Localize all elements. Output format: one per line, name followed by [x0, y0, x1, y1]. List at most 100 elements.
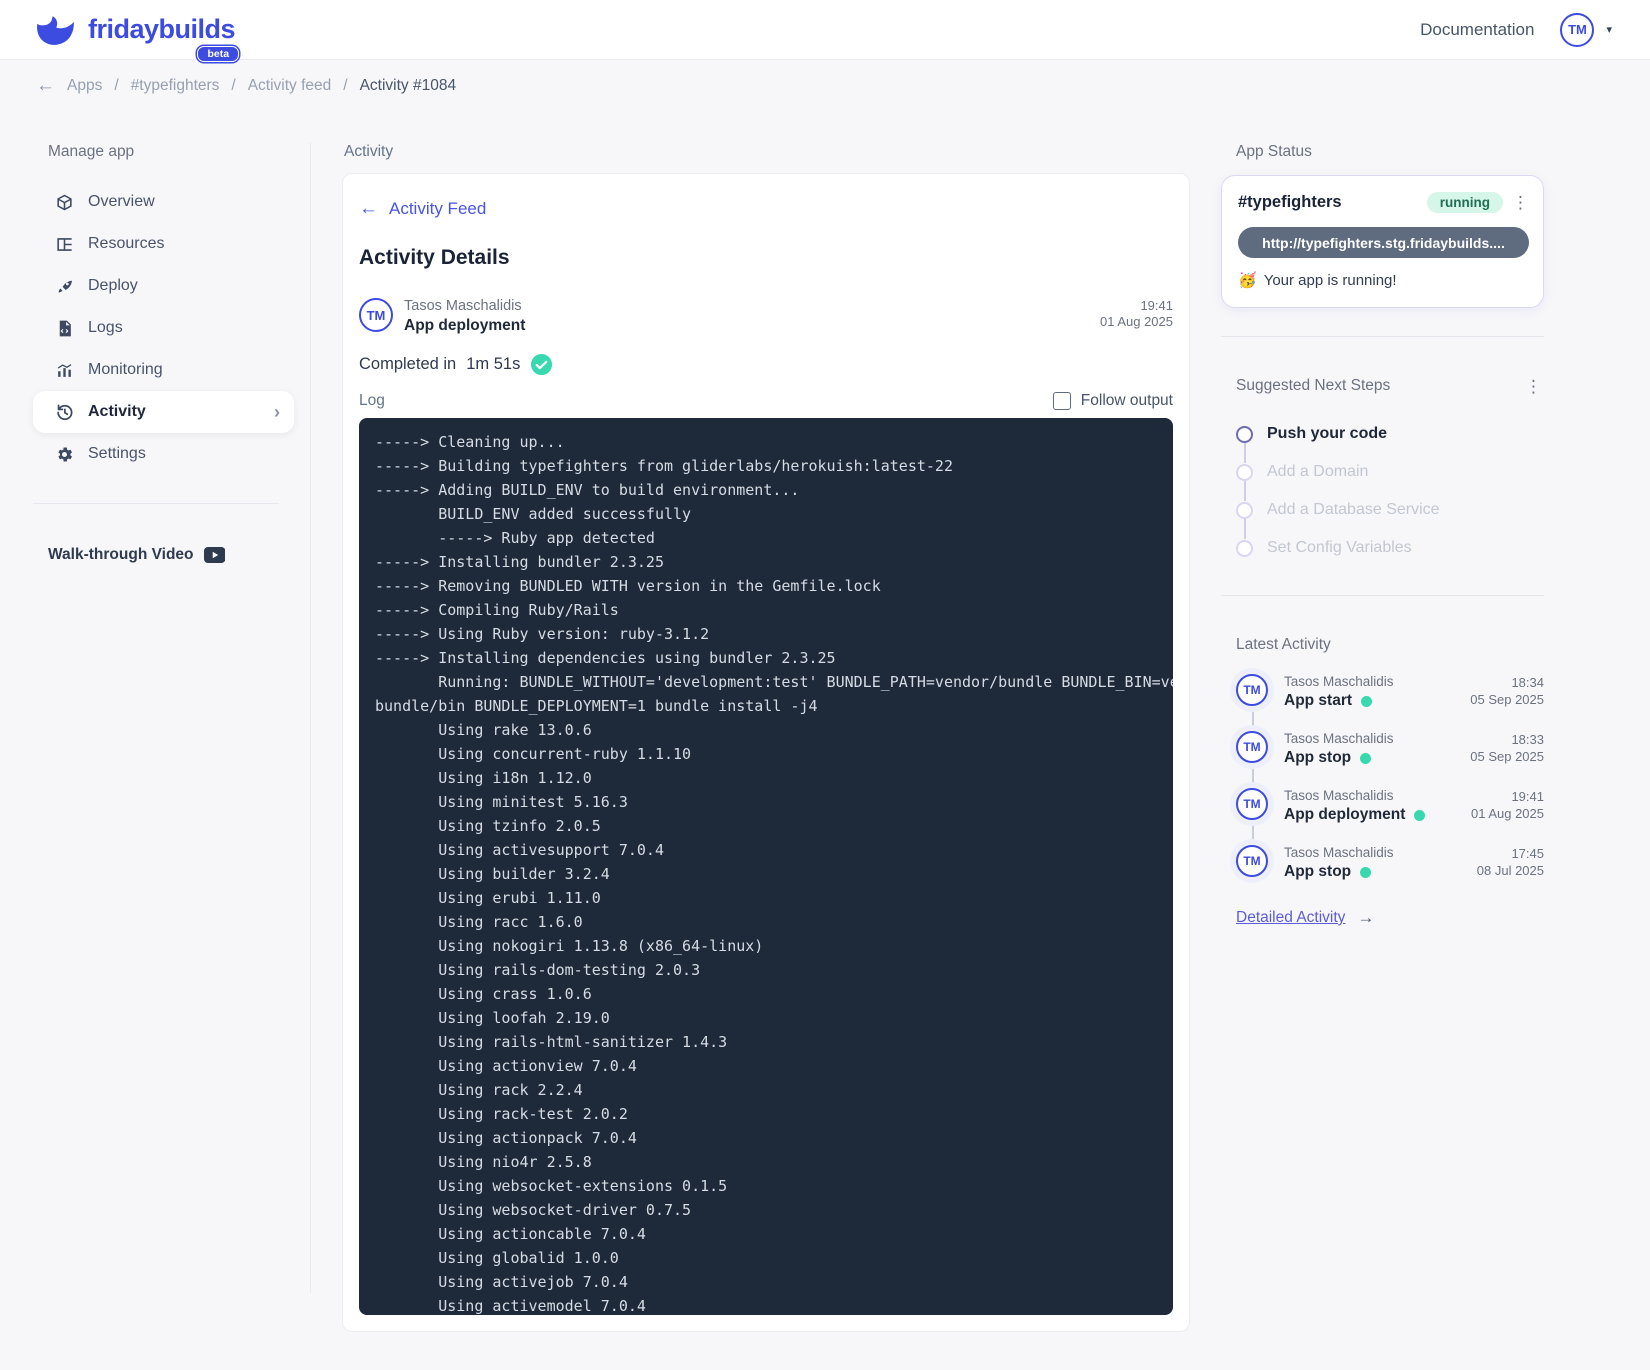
running-message-text: Your app is running!	[1264, 272, 1397, 289]
chevron-down-icon[interactable]: ▾	[1606, 23, 1612, 36]
status-dot	[1361, 696, 1372, 707]
section-divider	[1221, 595, 1544, 596]
app-status-card: #typefighters running ⋮ http://typefight…	[1221, 175, 1544, 308]
main-section-label: Activity	[344, 143, 1190, 161]
party-emoji: 🥳	[1238, 271, 1257, 289]
step-circle-icon	[1236, 464, 1253, 481]
arrow-right-icon: →	[1357, 908, 1374, 928]
sidebar-heading: Manage app	[48, 143, 294, 161]
breadcrumb-activity-feed[interactable]: Activity feed	[248, 77, 332, 95]
log-output: -----> Cleaning up... -----> Building ty…	[375, 430, 1157, 1315]
sidebar-item-deploy[interactable]: Deploy	[33, 265, 294, 307]
sidebar-item-activity[interactable]: Activity ›	[33, 391, 294, 433]
activity-avatar: TM	[1236, 674, 1268, 706]
cube-icon	[55, 193, 74, 212]
step-circle-icon	[1236, 502, 1253, 519]
next-steps-label: Suggested Next Steps	[1236, 377, 1390, 395]
step-add-a-domain[interactable]: Add a Domain	[1236, 453, 1544, 491]
event-avatar: TM	[359, 298, 393, 332]
app-url-button[interactable]: http://typefighters.stg.fridaybuilds....	[1238, 227, 1529, 258]
latest-activity-label: Latest Activity	[1221, 636, 1544, 654]
latest-activity-list: TM Tasos Maschalidis App start 18:34 05 …	[1236, 674, 1544, 902]
status-dot	[1414, 810, 1425, 821]
status-text: Completed in	[359, 355, 456, 374]
list-item[interactable]: TM Tasos Maschalidis App stop 18:33 05 S…	[1236, 731, 1544, 788]
walkthrough-label: Walk-through Video	[48, 546, 194, 564]
sidebar-item-label: Monitoring	[88, 361, 163, 379]
user-avatar[interactable]: TM	[1560, 13, 1594, 47]
brand-logo[interactable]: fridaybuilds beta	[33, 11, 235, 49]
log-label: Log	[359, 392, 385, 410]
activity-details-card: ← Activity Feed Activity Details TM Taso…	[342, 173, 1190, 1332]
step-circle-icon	[1236, 426, 1253, 443]
step-set-config-variables[interactable]: Set Config Variables	[1236, 529, 1544, 567]
activity-feed-back-link[interactable]: ← Activity Feed	[359, 198, 486, 220]
sidebar-item-monitoring[interactable]: Monitoring	[33, 349, 294, 391]
list-item[interactable]: TM Tasos Maschalidis App deployment 19:4…	[1236, 788, 1544, 845]
breadcrumb-separator: /	[231, 77, 235, 95]
breadcrumb: ← Apps / #typefighters / Activity feed /…	[0, 60, 1650, 97]
rocket-icon	[55, 277, 74, 296]
activity-avatar: TM	[1236, 845, 1268, 877]
sidebar-item-label: Logs	[88, 319, 123, 337]
kebab-menu-icon[interactable]: ⋮	[1525, 378, 1542, 395]
breadcrumb-separator: /	[114, 77, 118, 95]
breadcrumb-app[interactable]: #typefighters	[131, 77, 220, 95]
kebab-menu-icon[interactable]: ⋮	[1512, 194, 1529, 211]
sidebar-item-resources[interactable]: Resources	[33, 223, 294, 265]
breadcrumb-current: Activity #1084	[360, 77, 457, 95]
page-title: Activity Details	[359, 246, 1173, 270]
whale-logo-icon	[33, 11, 79, 49]
app-status-label: App Status	[1236, 143, 1544, 161]
sidebar-item-label: Activity	[88, 403, 146, 421]
step-push-your-code[interactable]: Push your code	[1236, 415, 1544, 453]
event-author: Tasos Maschalidis	[404, 298, 525, 314]
sidebar-item-settings[interactable]: Settings	[33, 433, 294, 475]
back-arrow-icon[interactable]: ←	[36, 75, 55, 97]
documentation-link[interactable]: Documentation	[1420, 20, 1534, 40]
gear-icon	[55, 445, 74, 464]
event-action: App deployment	[404, 317, 525, 335]
follow-output-label: Follow output	[1081, 392, 1173, 410]
list-item[interactable]: TM Tasos Maschalidis App start 18:34 05 …	[1236, 674, 1544, 731]
follow-output-toggle[interactable]: Follow output	[1053, 392, 1173, 410]
brand-name: fridaybuilds	[88, 14, 235, 45]
bar-chart-icon	[55, 361, 74, 380]
follow-output-checkbox[interactable]	[1053, 392, 1071, 410]
status-dot	[1360, 867, 1371, 878]
walkthrough-video-link[interactable]: Walk-through Video	[48, 546, 294, 564]
file-code-icon	[55, 319, 74, 338]
status-dot	[1360, 753, 1371, 764]
breadcrumb-apps[interactable]: Apps	[67, 77, 102, 95]
chevron-right-icon: ›	[274, 402, 280, 423]
manage-app-sidebar: Manage app Overview Resources Deploy Log…	[33, 143, 311, 1293]
detailed-activity-link[interactable]: Detailed Activity	[1236, 909, 1345, 927]
history-icon	[55, 403, 74, 422]
list-item[interactable]: TM Tasos Maschalidis App stop 17:45 08 J…	[1236, 845, 1544, 902]
app-name: #typefighters	[1238, 193, 1342, 212]
back-link-label: Activity Feed	[389, 199, 486, 219]
activity-event-header: TM Tasos Maschalidis App deployment 19:4…	[359, 298, 1173, 335]
section-divider	[1221, 336, 1544, 337]
activity-main: Activity ← Activity Feed Activity Detail…	[342, 143, 1190, 1332]
beta-badge: beta	[197, 46, 239, 62]
completion-status: Completed in 1m 51s	[359, 353, 1173, 376]
step-add-a-database-service[interactable]: Add a Database Service	[1236, 491, 1544, 529]
log-terminal[interactable]: -----> Cleaning up... -----> Building ty…	[359, 418, 1173, 1315]
top-header: fridaybuilds beta Documentation TM ▾	[0, 0, 1650, 60]
activity-avatar: TM	[1236, 788, 1268, 820]
youtube-icon	[204, 547, 226, 563]
app-status-panel: App Status #typefighters running ⋮ http:…	[1221, 143, 1544, 928]
sidebar-item-logs[interactable]: Logs	[33, 307, 294, 349]
breadcrumb-separator: /	[343, 77, 347, 95]
activity-avatar: TM	[1236, 731, 1268, 763]
back-arrow-icon: ←	[359, 198, 378, 220]
event-date: 01 Aug 2025	[1100, 314, 1173, 330]
status-badge: running	[1427, 192, 1503, 213]
sidebar-divider	[33, 503, 279, 504]
sidebar-item-label: Resources	[88, 235, 164, 253]
step-circle-icon	[1236, 540, 1253, 557]
status-duration: 1m 51s	[466, 355, 520, 374]
event-time: 19:41	[1100, 298, 1173, 314]
sidebar-item-overview[interactable]: Overview	[33, 181, 294, 223]
